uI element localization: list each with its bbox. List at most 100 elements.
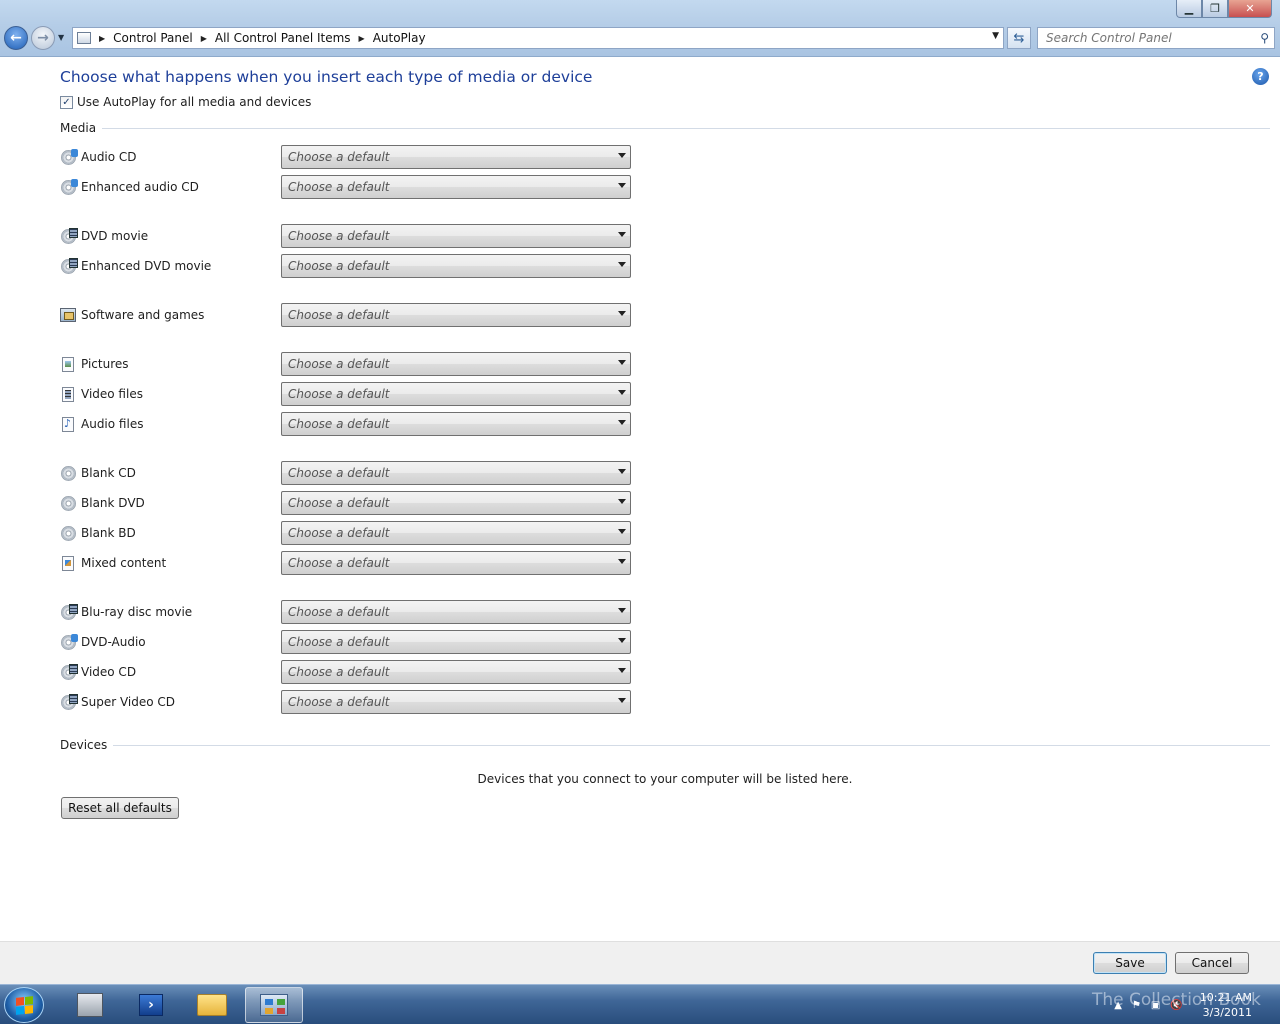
- chevron-down-icon: [618, 262, 626, 267]
- software-games-icon: [60, 308, 76, 322]
- video-files-icon: [62, 386, 74, 402]
- super-video-cd-select[interactable]: Choose a default: [281, 690, 631, 714]
- media-label: Enhanced DVD movie: [81, 259, 212, 273]
- chevron-down-icon: [618, 360, 626, 365]
- blank-cd-select[interactable]: Choose a default: [281, 461, 631, 485]
- media-row-blank-dvd: Blank DVD Choose a default: [60, 490, 632, 516]
- control-panel-address-icon: [77, 32, 91, 44]
- enhanced-audio-cd-icon: [60, 178, 78, 195]
- breadcrumb-arrow-icon[interactable]: ▶: [359, 34, 365, 43]
- close-button[interactable]: ✕: [1228, 0, 1272, 18]
- chevron-down-icon: [618, 698, 626, 703]
- taskbar-control-panel[interactable]: [245, 987, 303, 1023]
- chevron-down-icon: [618, 469, 626, 474]
- forward-button[interactable]: →: [31, 26, 55, 50]
- start-button[interactable]: [4, 987, 44, 1023]
- media-label: Blu-ray disc movie: [81, 605, 193, 619]
- media-row-enhanced-audio-cd: Enhanced audio CD Choose a default: [60, 174, 632, 200]
- media-row-enhanced-dvd-movie: Enhanced DVD movie Choose a default: [60, 253, 632, 279]
- media-label: Blank CD: [81, 466, 136, 480]
- mixed-content-select[interactable]: Choose a default: [281, 551, 631, 575]
- breadcrumb-arrow-icon[interactable]: ▶: [201, 34, 207, 43]
- chevron-down-icon: [618, 153, 626, 158]
- blank-dvd-select[interactable]: Choose a default: [281, 491, 631, 515]
- media-label: Software and games: [81, 308, 205, 322]
- media-label: Super Video CD: [81, 695, 176, 709]
- media-label: Video files: [81, 387, 143, 401]
- blank-bd-icon: [60, 525, 76, 541]
- page-title: Choose what happens when you insert each…: [60, 68, 593, 86]
- video-files-select[interactable]: Choose a default: [281, 382, 631, 406]
- blank-bd-select[interactable]: Choose a default: [281, 521, 631, 545]
- chevron-down-icon: [618, 559, 626, 564]
- media-row-blank-bd: Blank BD Choose a default: [60, 520, 632, 546]
- refresh-button[interactable]: ⇆: [1007, 27, 1031, 49]
- search-icon[interactable]: ⚲: [1260, 31, 1269, 45]
- breadcrumb-arrow-icon[interactable]: ▶: [99, 34, 105, 43]
- media-row-blank-cd: Blank CD Choose a default: [60, 460, 632, 486]
- window-chrome: ▁ ❐ ✕ ← → ▼ ▶ Control Panel ▶ All Contro…: [0, 0, 1280, 57]
- video-cd-select[interactable]: Choose a default: [281, 660, 631, 684]
- taskbar-powershell[interactable]: ›: [122, 987, 180, 1023]
- dvd-movie-icon: [60, 227, 78, 244]
- breadcrumb-control-panel[interactable]: Control Panel: [113, 31, 193, 45]
- chevron-down-icon: [618, 311, 626, 316]
- server-manager-icon: [77, 993, 103, 1017]
- taskbar-server-manager[interactable]: [61, 987, 119, 1023]
- reset-all-defaults-button[interactable]: Reset all defaults: [61, 797, 179, 819]
- chevron-down-icon: [618, 420, 626, 425]
- media-row-audio-files: Audio files Choose a default: [60, 411, 632, 437]
- recent-pages-dropdown[interactable]: ▼: [58, 33, 64, 42]
- address-history-dropdown[interactable]: ▼: [992, 31, 999, 41]
- taskbar-explorer[interactable]: [183, 987, 241, 1023]
- breadcrumb-autoplay[interactable]: AutoPlay: [373, 31, 426, 45]
- autoplay-checkbox[interactable]: ✓: [60, 95, 73, 109]
- section-divider: [102, 127, 1270, 129]
- blank-cd-icon: [60, 465, 76, 481]
- audio-files-select[interactable]: Choose a default: [281, 412, 631, 436]
- media-row-bluray-movie: Blu-ray disc movie Choose a default: [60, 599, 632, 625]
- save-button[interactable]: Save: [1093, 952, 1167, 974]
- chevron-down-icon: [618, 638, 626, 643]
- control-panel-icon: [260, 994, 288, 1016]
- media-label: DVD-Audio: [81, 635, 146, 649]
- media-label: Enhanced audio CD: [81, 180, 199, 194]
- media-label: DVD movie: [81, 229, 149, 243]
- audio-cd-select[interactable]: Choose a default: [281, 145, 631, 169]
- search-box[interactable]: ⚲: [1037, 27, 1275, 49]
- media-label: Mixed content: [81, 556, 167, 570]
- autoplay-checkbox-label[interactable]: Use AutoPlay for all media and devices: [77, 95, 311, 109]
- breadcrumb-all-items[interactable]: All Control Panel Items: [215, 31, 351, 45]
- chevron-down-icon: [618, 183, 626, 188]
- back-button[interactable]: ←: [4, 26, 28, 50]
- help-icon[interactable]: ?: [1252, 68, 1269, 85]
- restore-button[interactable]: ❐: [1202, 0, 1228, 18]
- dvd-movie-select[interactable]: Choose a default: [281, 224, 631, 248]
- chevron-down-icon: [618, 668, 626, 673]
- autoplay-checkbox-row[interactable]: ✓ Use AutoPlay for all media and devices: [60, 95, 311, 109]
- enhanced-audio-cd-select[interactable]: Choose a default: [281, 175, 631, 199]
- taskbar: › ▲ ⚑ ▣ 🔇 10:21 AM 3/3/2011: [0, 984, 1280, 1024]
- media-row-dvd-audio: DVD-Audio Choose a default: [60, 629, 632, 655]
- dvd-audio-select[interactable]: Choose a default: [281, 630, 631, 654]
- chevron-down-icon: [618, 529, 626, 534]
- software-games-select[interactable]: Choose a default: [281, 303, 631, 327]
- audio-cd-icon: [60, 148, 78, 165]
- bluray-movie-icon: [60, 603, 78, 620]
- video-cd-icon: [60, 663, 78, 680]
- media-label: Blank BD: [81, 526, 136, 540]
- super-video-cd-icon: [60, 693, 78, 710]
- address-bar[interactable]: ▶ Control Panel ▶ All Control Panel Item…: [72, 27, 1004, 49]
- window-controls: ▁ ❐ ✕: [1176, 0, 1272, 18]
- cancel-button[interactable]: Cancel: [1175, 952, 1249, 974]
- bluray-movie-select[interactable]: Choose a default: [281, 600, 631, 624]
- media-row-pictures: Pictures Choose a default: [60, 351, 632, 377]
- search-input[interactable]: [1046, 31, 1246, 45]
- media-row-dvd-movie: DVD movie Choose a default: [60, 223, 632, 249]
- enhanced-dvd-movie-select[interactable]: Choose a default: [281, 254, 631, 278]
- pictures-select[interactable]: Choose a default: [281, 352, 631, 376]
- minimize-button[interactable]: ▁: [1176, 0, 1202, 18]
- devices-section-header: Devices: [60, 738, 1270, 752]
- content-area: ? Choose what happens when you insert ea…: [0, 58, 1280, 941]
- enhanced-dvd-movie-icon: [60, 257, 78, 274]
